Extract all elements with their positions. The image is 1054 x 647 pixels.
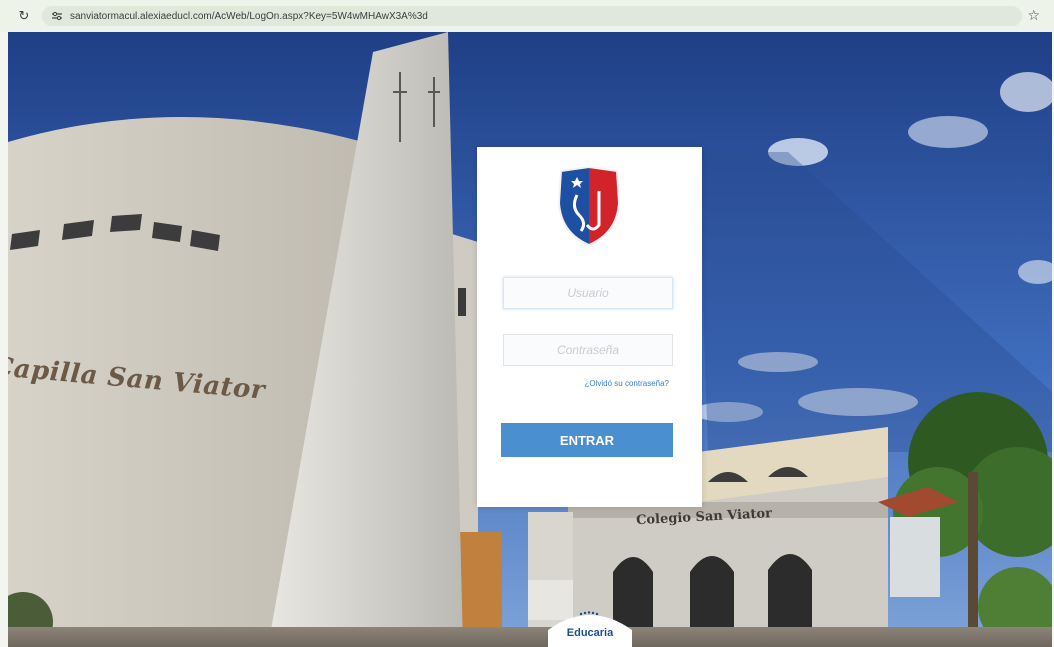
reload-icon[interactable]: ↻ [16,8,32,24]
browser-toolbar: ↻ sanviatormacul.alexiaeducl.com/AcWeb/L… [0,0,1054,32]
site-info-icon[interactable] [50,10,64,22]
login-form: ¿Olvidó su contraseña? ENTRAR [477,147,702,507]
educaria-logo[interactable]: Educaria [548,600,632,647]
educaria-logo-text: Educaria [566,627,614,639]
login-button[interactable]: ENTRAR [501,423,673,457]
forgot-password-link[interactable]: ¿Olvidó su contraseña? [537,379,670,388]
star-icon[interactable]: ☆ [1027,7,1040,23]
address-bar[interactable]: sanviatormacul.alexiaeducl.com/AcWeb/Log… [42,6,1022,26]
educaria-logo-badge-icon [548,611,632,647]
school-crest-icon [557,167,621,245]
url-text: sanviatormacul.alexiaeducl.com/AcWeb/Log… [70,10,428,22]
page-viewport: Capilla San Viator Colegio San Viator ¿O… [8,32,1052,647]
username-input[interactable] [503,277,673,309]
password-input[interactable] [503,334,673,366]
